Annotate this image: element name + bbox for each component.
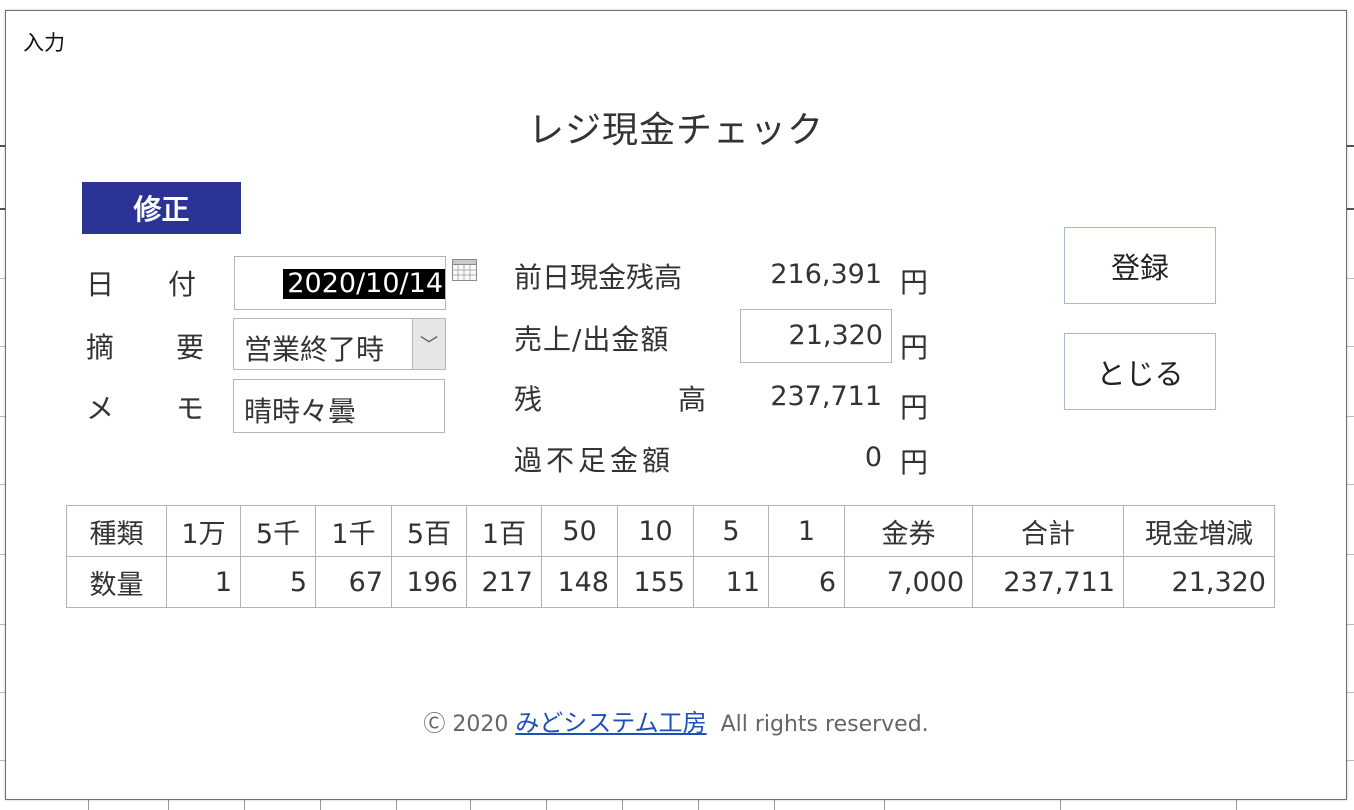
sales-amount-value: 21,320 — [788, 320, 883, 351]
chevron-down-icon[interactable]: ﹀ — [412, 319, 445, 369]
balance-label-part1: 残 — [514, 383, 543, 416]
table-row: 数量 1 5 67 196 217 148 155 11 6 7,000 237… — [66, 556, 1275, 608]
table-header-cell: 1 — [768, 505, 845, 557]
table-header-cell: 1百 — [466, 505, 542, 557]
summary-label-part2: 要 — [176, 331, 205, 364]
copyright-footer: Ⓒ 2020 みどシステム工房 All rights reserved. — [6, 703, 1346, 738]
table-cell: 237,711 — [972, 556, 1124, 608]
table-header-row: 種類 1万 5千 1千 5百 1百 50 10 5 1 金券 合計 現金増減 — [66, 505, 1275, 557]
table-cell[interactable]: 11 — [693, 556, 769, 608]
diff-label: 過不足金額 — [514, 444, 675, 477]
summary-label-part1: 摘 — [86, 331, 115, 364]
date-input[interactable]: 2020/10/14 — [234, 256, 446, 310]
table-cell[interactable]: 196 — [391, 556, 467, 608]
date-label-part2: 付 — [168, 268, 197, 301]
summary-select-value: 営業終了時 — [244, 333, 385, 366]
prev-balance-label: 前日現金残高 — [514, 261, 683, 294]
table-cell[interactable]: 155 — [617, 556, 694, 608]
balance-value: 237,711 — [770, 381, 882, 412]
table-cell: 数量 — [66, 556, 167, 608]
table-cell[interactable]: 6 — [768, 556, 845, 608]
table-cell[interactable]: 1 — [166, 556, 241, 608]
summary-select[interactable]: 営業終了時 ﹀ — [233, 318, 446, 370]
edit-mode-badge: 修正 — [82, 182, 241, 234]
table-header-cell: 5百 — [391, 505, 467, 557]
memo-input[interactable]: 晴時々曇 — [233, 379, 445, 433]
table-header-cell: 50 — [541, 505, 618, 557]
yen-unit: 円 — [900, 331, 929, 364]
table-header-cell: 金券 — [844, 505, 973, 557]
prev-balance-value: 216,391 — [770, 259, 882, 290]
yen-unit: 円 — [900, 391, 929, 424]
table-cell[interactable]: 148 — [541, 556, 618, 608]
date-label-part1: 日 — [86, 268, 115, 301]
diff-value: 0 — [864, 442, 882, 473]
table-header-cell: 現金増減 — [1123, 505, 1275, 557]
table-header-cell: 種類 — [66, 505, 167, 557]
table-cell[interactable]: 5 — [240, 556, 316, 608]
company-link[interactable]: みどシステム工房 — [515, 709, 706, 737]
balance-label-part2: 高 — [678, 383, 707, 416]
close-button[interactable]: とじる — [1064, 333, 1216, 410]
table-header-cell: 1万 — [166, 505, 241, 557]
table-header-cell: 5 — [693, 505, 769, 557]
yen-unit: 円 — [900, 266, 929, 299]
memo-label-part1: メ — [86, 392, 115, 425]
memo-input-value: 晴時々曇 — [244, 395, 357, 428]
rights-text: All rights reserved. — [720, 712, 929, 737]
copyright-prefix: Ⓒ 2020 — [423, 712, 509, 737]
sales-label: 売上/出金額 — [514, 323, 670, 356]
table-cell[interactable]: 7,000 — [844, 556, 973, 608]
sales-amount-input[interactable]: 21,320 — [740, 309, 892, 363]
table-cell[interactable]: 217 — [466, 556, 542, 608]
table-header-cell: 10 — [617, 505, 694, 557]
form-title: レジ現金チェック — [527, 110, 824, 151]
table-cell[interactable]: 67 — [315, 556, 392, 608]
denomination-table: 種類 1万 5千 1千 5百 1百 50 10 5 1 金券 合計 現金増減 数… — [66, 505, 1275, 608]
dialog-title: 入力 — [23, 31, 65, 55]
register-button[interactable]: 登録 — [1064, 227, 1216, 304]
date-input-value: 2020/10/14 — [283, 269, 445, 299]
memo-label-part2: モ — [176, 392, 205, 425]
table-header-cell: 5千 — [240, 505, 316, 557]
table-header-cell: 合計 — [972, 505, 1124, 557]
yen-unit: 円 — [900, 446, 929, 479]
table-cell: 21,320 — [1123, 556, 1275, 608]
input-dialog: 入力 レジ現金チェック 修正 日 付 2020/10/14 摘 要 営業終了時 … — [5, 10, 1347, 800]
calendar-icon[interactable] — [452, 259, 477, 281]
table-header-cell: 1千 — [315, 505, 392, 557]
